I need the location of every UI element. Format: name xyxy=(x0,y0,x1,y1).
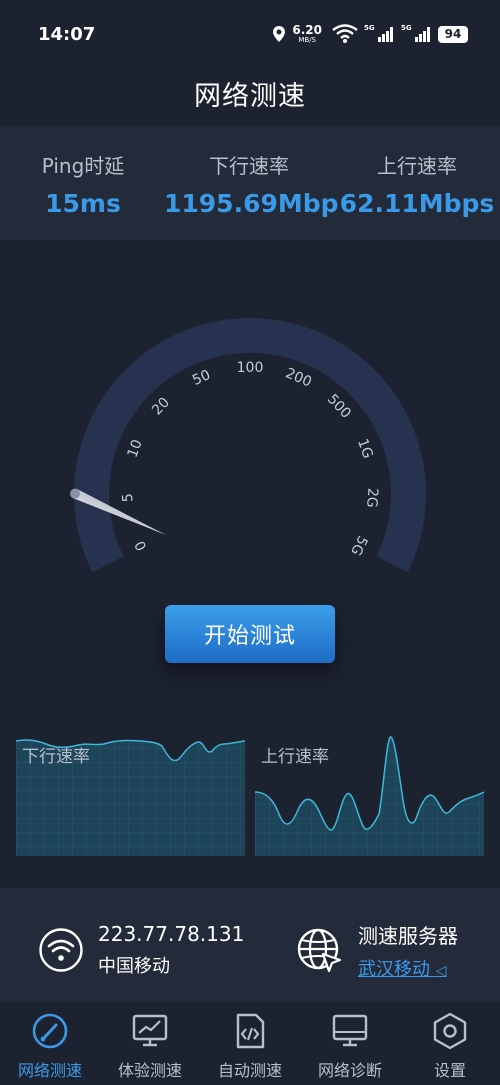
gauge-tick-label: 500 xyxy=(324,391,354,421)
battery-icon: 94 xyxy=(438,25,468,43)
net-speed: 6.20 MB/S xyxy=(292,24,322,44)
tab-auto-test-label: 自动测速 xyxy=(217,1061,282,1080)
wifi-icon xyxy=(39,928,83,972)
ip-info: 223.77.78.131 中国移动 xyxy=(38,922,244,978)
server-info: 测速服务器 武汉移动 ◁ xyxy=(296,920,458,981)
download-speed-chart: 下行速率 xyxy=(15,734,246,856)
tab-settings[interactable]: 设置 xyxy=(400,1011,500,1081)
ping-label: Ping时延 xyxy=(41,154,125,178)
upload-label: 上行速率 xyxy=(377,154,457,178)
globe-cursor-icon xyxy=(297,928,342,972)
isp-name: 中国移动 xyxy=(98,956,170,977)
tab-settings-label: 设置 xyxy=(433,1061,466,1080)
monitor-chart-icon xyxy=(132,1014,168,1047)
download-stat: 下行速率 1195.69Mbp xyxy=(164,150,339,218)
ping-stat: Ping时延 15ms xyxy=(0,150,168,218)
gauge-needle-tip xyxy=(70,488,80,499)
status-bar: 14:07 6.20 MB/S 5G 5G 94 xyxy=(0,0,500,64)
monitor-icon xyxy=(332,1014,368,1047)
download-chart-label: 下行速率 xyxy=(22,747,90,767)
download-label: 下行速率 xyxy=(209,154,289,178)
code-document-icon xyxy=(236,1013,265,1049)
tab-experience-test-label: 体验测速 xyxy=(117,1061,182,1080)
gauge-tick-label: 0 xyxy=(132,538,150,553)
hexagon-settings-icon xyxy=(433,1012,467,1050)
upload-speed-chart: 上行速率 xyxy=(254,734,485,856)
tab-speed-test[interactable]: 网络测速 xyxy=(0,1011,100,1081)
status-icons: 6.20 MB/S 5G 5G 94 xyxy=(272,22,468,46)
upload-chart-label: 上行速率 xyxy=(261,747,329,767)
gauge-svg: 0 5 1020 50 100 200 5001G 2G 5G xyxy=(70,318,426,573)
server-name: 武汉移动 xyxy=(358,959,430,980)
start-test-button[interactable]: 开始测试 xyxy=(165,605,335,663)
tab-auto-test[interactable]: 自动测速 xyxy=(200,1011,300,1081)
speedometer-icon xyxy=(32,1013,68,1049)
stats-panel: Ping时延 15ms 下行速率 1195.69Mbp 上行速率 62.11Mb… xyxy=(0,126,500,240)
server-title: 测速服务器 xyxy=(358,924,458,948)
ping-value: 15ms xyxy=(45,189,121,218)
tab-experience-test[interactable]: 体验测速 xyxy=(100,1011,200,1081)
net-speed-value: 6.20 xyxy=(292,23,322,37)
connection-info-panel: 223.77.78.131 中国移动 测速服务器 武汉移动 ◁ xyxy=(0,888,500,1002)
tab-network-diagnosis-label: 网络诊断 xyxy=(317,1061,382,1080)
page-title: 网络测速 xyxy=(194,81,306,112)
upload-value: 62.11Mbps xyxy=(339,189,495,218)
gauge-tick-label: 200 xyxy=(283,365,314,390)
gauge-tick-label: 10 xyxy=(125,438,146,460)
gauge-tick-label: 5 xyxy=(120,493,137,503)
gauge-tick-label: 50 xyxy=(190,367,213,389)
location-icon xyxy=(273,26,286,42)
gauge-tick-label: 100 xyxy=(237,360,264,376)
signal-icon-2: 5G xyxy=(401,24,430,42)
gauge-tick-label: 20 xyxy=(149,395,173,419)
speed-gauge: 0 5 10 20 50 100 200 500 1G 2G 5G xyxy=(0,300,500,600)
tab-speed-test-label: 网络测速 xyxy=(17,1061,82,1080)
net-speed-unit: MB/S xyxy=(298,36,317,44)
upload-stat: 上行速率 62.11Mbps xyxy=(332,150,500,218)
gauge-arc xyxy=(73,318,426,573)
gauge-tick-label: 2G xyxy=(363,487,380,508)
caret-left-icon: ◁ xyxy=(435,963,447,979)
gauge-tick-label: 1G xyxy=(354,437,376,461)
server-select-link[interactable]: 武汉移动 ◁ xyxy=(358,955,458,981)
bottom-nav: 网络测速 体验测速 自动测速 网络诊断 设置 xyxy=(0,1003,500,1085)
wifi-status-icon xyxy=(332,24,358,43)
tab-network-diagnosis[interactable]: 网络诊断 xyxy=(300,1011,400,1081)
download-value: 1195.69Mbp xyxy=(164,189,339,218)
status-time: 14:07 xyxy=(38,24,96,45)
signal-icon-1: 5G xyxy=(364,24,393,42)
ip-address: 223.77.78.131 xyxy=(98,922,245,946)
gauge-tick-label: 5G xyxy=(347,533,370,558)
